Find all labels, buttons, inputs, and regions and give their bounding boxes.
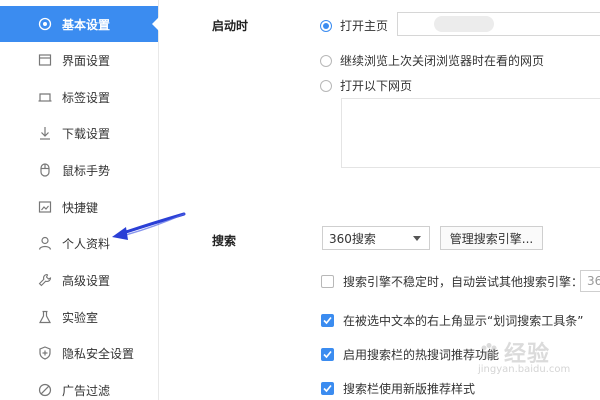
checkbox-label: 启用搜索栏的热搜词推荐功能 — [343, 348, 500, 362]
block-icon — [38, 383, 52, 397]
startup-option-continue-session[interactable]: 继续浏览上次关闭浏览器时在看的网页 — [320, 52, 544, 69]
radio-label: 继续浏览上次关闭浏览器时在看的网页 — [340, 54, 545, 68]
sidebar-item-download-settings[interactable]: 下载设置 — [0, 115, 158, 151]
search-engine-value: 360搜索 — [329, 231, 376, 246]
checkbox[interactable] — [321, 348, 334, 361]
checkbox[interactable] — [321, 275, 334, 288]
settings-page: 基本设置 界面设置 标签设置 下载设置 鼠标手势 快捷键 个人资料 高级设置 实… — [0, 0, 600, 400]
checkmark-icon — [323, 350, 332, 359]
sidebar-item-label: 快捷键 — [62, 200, 99, 215]
sidebar-item-privacy-security[interactable]: 隐私安全设置 — [0, 335, 158, 371]
sidebar-item-label: 广告过滤 — [62, 383, 111, 398]
checkbox[interactable] — [321, 382, 334, 395]
checkmark-icon — [323, 384, 332, 393]
download-icon — [38, 126, 52, 140]
settings-sidebar: 基本设置 界面设置 标签设置 下载设置 鼠标手势 快捷键 个人资料 高级设置 实… — [0, 0, 159, 400]
startup-option-homepage[interactable]: 打开主页 — [320, 17, 388, 34]
checkbox-label: 搜索栏使用新版推荐样式 — [343, 382, 476, 396]
sidebar-item-label: 鼠标手势 — [62, 163, 111, 178]
sidebar-item-shortcuts[interactable]: 快捷键 — [0, 189, 158, 225]
wrench-icon — [38, 273, 52, 287]
sidebar-item-lab[interactable]: 实验室 — [0, 299, 158, 335]
keyboard-icon — [38, 200, 52, 214]
sidebar-item-label: 隐私安全设置 — [62, 346, 135, 361]
sidebar-item-label: 基本设置 — [62, 17, 111, 32]
startup-section-label: 启动时 — [212, 19, 249, 33]
sidebar-item-basic-settings[interactable]: 基本设置 — [0, 6, 159, 42]
chevron-down-icon — [413, 236, 421, 241]
search-option-hot-words[interactable]: 启用搜索栏的热搜词推荐功能 — [321, 346, 499, 363]
flask-icon — [38, 310, 52, 324]
homepage-url-input[interactable] — [397, 12, 600, 36]
radio-button[interactable] — [320, 79, 332, 92]
sidebar-item-label: 高级设置 — [62, 273, 111, 288]
user-icon — [38, 236, 52, 250]
search-option-new-style[interactable]: 搜索栏使用新版推荐样式 — [321, 380, 475, 397]
sidebar-item-interface-settings[interactable]: 界面设置 — [0, 42, 158, 78]
sidebar-item-label: 界面设置 — [62, 53, 111, 68]
startup-pages-list[interactable] — [341, 98, 600, 168]
checkbox[interactable] — [321, 314, 334, 327]
tab-icon — [38, 90, 52, 104]
blurred-url — [434, 16, 494, 32]
radio-button[interactable] — [320, 19, 332, 32]
sidebar-item-advanced-settings[interactable]: 高级设置 — [0, 262, 158, 298]
checkbox-label: 搜索引擎不稳定时，自动尝试其他搜索引擎： — [343, 275, 584, 289]
fallback-timeout-input[interactable]: 36 — [580, 270, 600, 292]
search-section-label: 搜索 — [212, 234, 237, 248]
radio-label: 打开主页 — [340, 19, 389, 33]
checkbox-label: 在被选中文本的右上角显示“划词搜索工具条” — [343, 314, 584, 328]
sidebar-item-label: 个人资料 — [62, 236, 111, 251]
shield-icon — [38, 346, 52, 360]
radio-label: 打开以下网页 — [340, 79, 413, 93]
sidebar-item-label: 下载设置 — [62, 126, 111, 141]
sidebar-item-label: 标签设置 — [62, 90, 111, 105]
manage-search-engines-button[interactable]: 管理搜索引擎... — [440, 226, 543, 250]
sidebar-item-ad-filter[interactable]: 广告过滤 — [0, 372, 158, 400]
search-option-selection-toolbar[interactable]: 在被选中文本的右上角显示“划词搜索工具条” — [321, 312, 583, 329]
search-option-auto-fallback[interactable]: 搜索引擎不稳定时，自动尝试其他搜索引擎： — [321, 273, 583, 290]
window-icon — [38, 53, 52, 67]
sidebar-item-personal-profile[interactable]: 个人资料 — [0, 225, 158, 261]
search-engine-select[interactable]: 360搜索 — [322, 226, 430, 250]
mouse-icon — [38, 163, 52, 177]
settings-main: 启动时 打开主页 继续浏览上次关闭浏览器时在看的网页 打开以下网页 搜索 360… — [159, 0, 600, 400]
sidebar-item-tab-settings[interactable]: 标签设置 — [0, 79, 158, 115]
startup-option-open-pages[interactable]: 打开以下网页 — [320, 77, 412, 94]
target-icon — [38, 17, 52, 31]
checkmark-icon — [323, 316, 332, 325]
sidebar-item-label: 实验室 — [62, 310, 99, 325]
sidebar-item-mouse-gestures[interactable]: 鼠标手势 — [0, 152, 158, 188]
radio-button[interactable] — [320, 54, 332, 67]
